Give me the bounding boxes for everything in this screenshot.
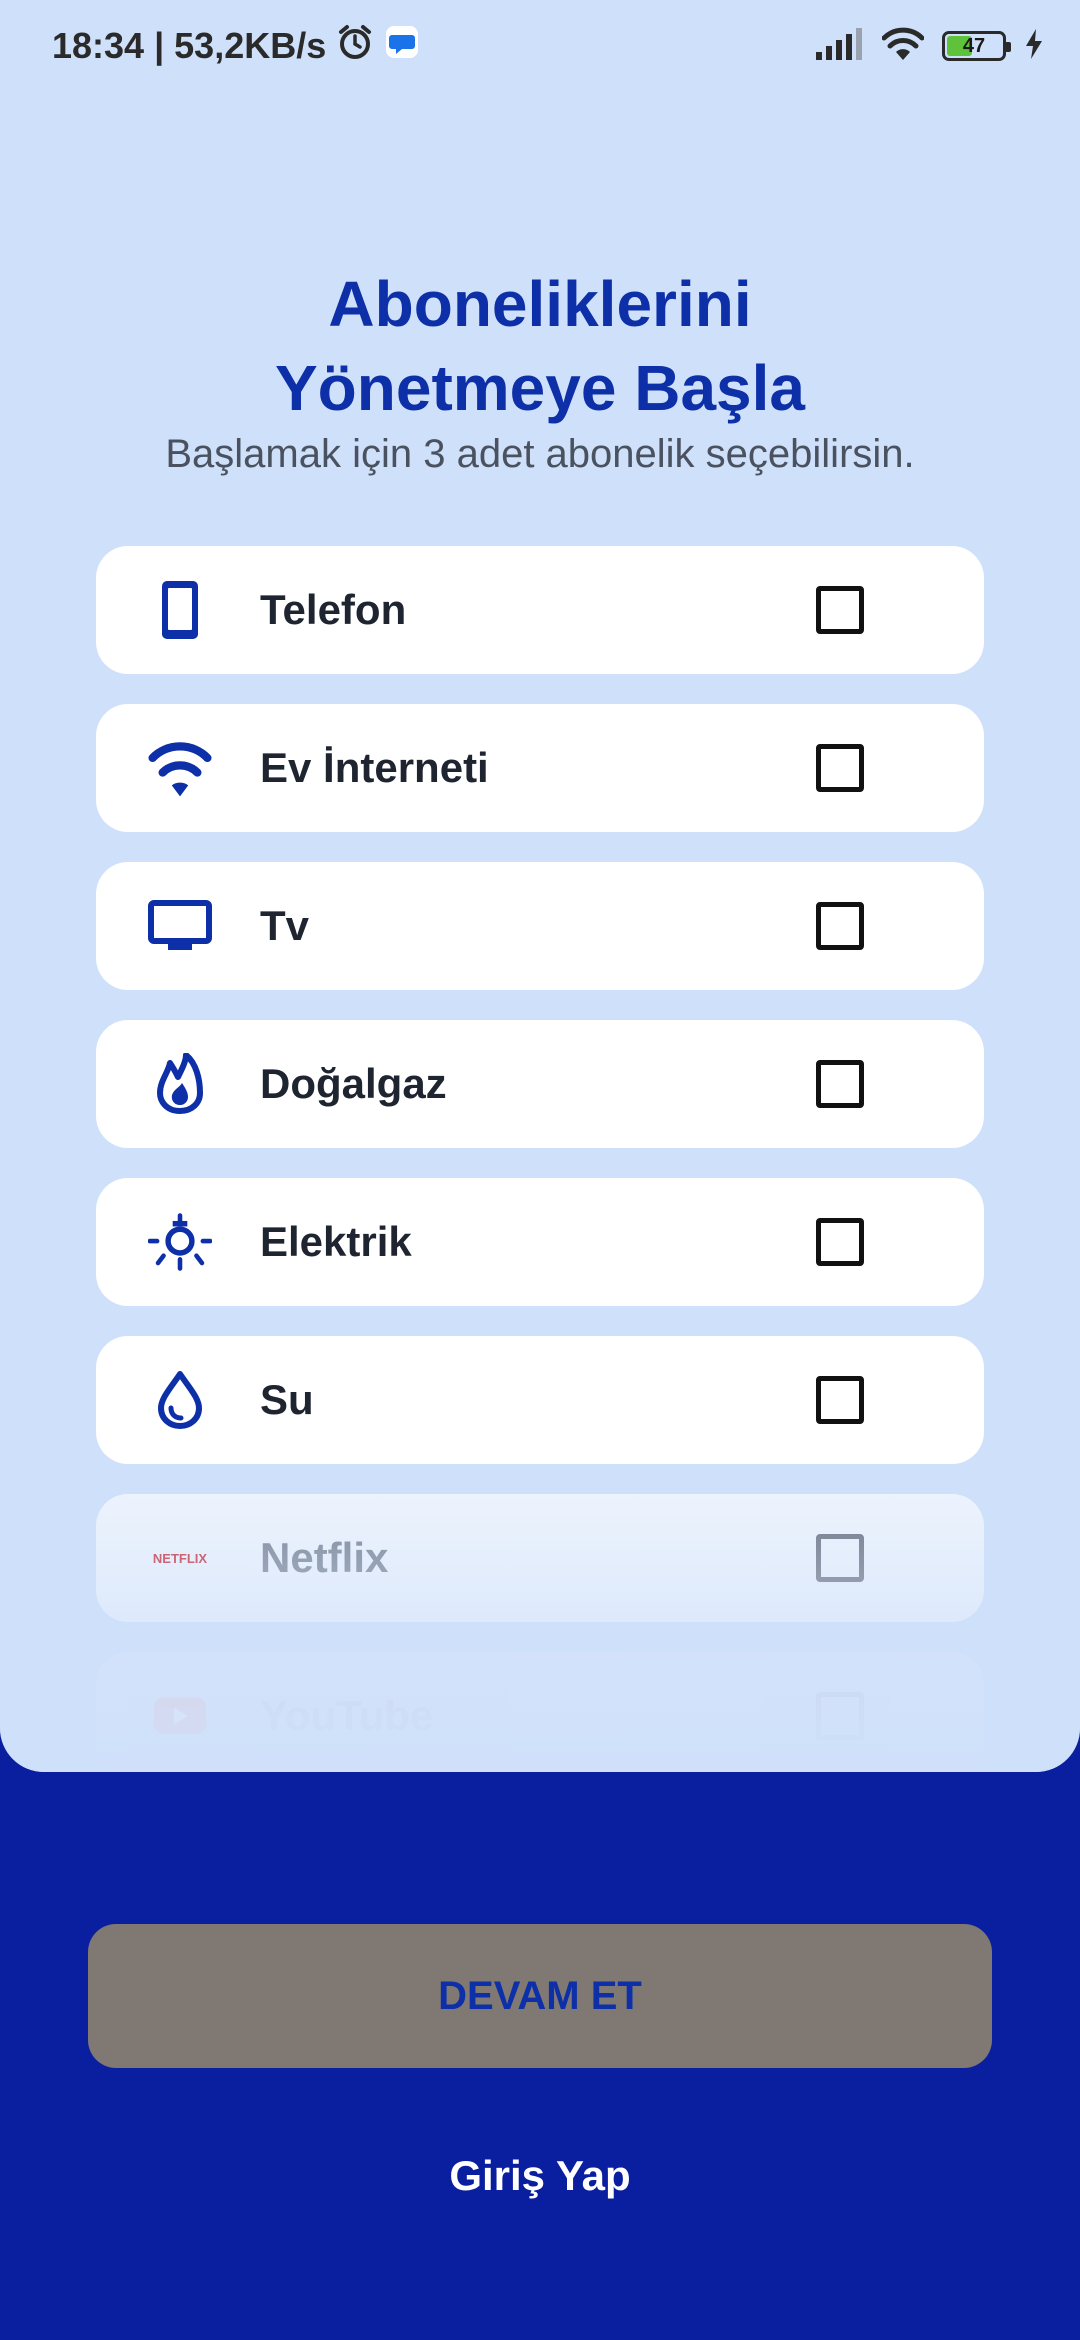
status-bar: 18:34 | 53,2KB/s 47 — [0, 0, 1080, 92]
water-drop-icon — [148, 1370, 212, 1430]
continue-button[interactable]: DEVAM ET — [88, 1924, 992, 2068]
subscription-label: Telefon — [260, 586, 407, 633]
subscription-label: Netflix — [260, 1534, 389, 1581]
subscription-item-netflix[interactable]: NETFLIX Netflix — [96, 1494, 984, 1622]
svg-text:NETFLIX: NETFLIX — [153, 1551, 207, 1566]
page-subtitle: Başlamak için 3 adet abonelik seçebilirs… — [165, 432, 915, 476]
wifi-status-icon — [881, 27, 925, 66]
lightbulb-icon — [148, 1212, 212, 1272]
subscription-label: YouTube — [260, 1692, 434, 1739]
status-right: 47 — [814, 24, 1044, 68]
login-link[interactable]: Giriş Yap — [0, 2152, 1080, 2200]
battery-tip — [1006, 42, 1011, 52]
signal-icon — [814, 27, 864, 65]
phone-icon — [148, 580, 212, 640]
subscription-checkbox[interactable] — [816, 586, 864, 634]
subscription-item-youtube[interactable]: YouTube — [96, 1652, 984, 1772]
subscription-checkbox[interactable] — [816, 1060, 864, 1108]
tv-icon — [148, 896, 212, 956]
subscription-checkbox[interactable] — [816, 1534, 864, 1582]
title-line-2: Yönetmeye Başla — [274, 352, 806, 424]
subscription-item-telefon[interactable]: Telefon — [96, 546, 984, 674]
subscription-checkbox[interactable] — [816, 902, 864, 950]
subscription-checkbox[interactable] — [816, 1218, 864, 1266]
status-time-speed: 18:34 | 53,2KB/s — [52, 25, 327, 66]
subscription-item-tv[interactable]: Tv — [96, 862, 984, 990]
charging-icon — [1024, 28, 1044, 64]
battery-text: 47 — [962, 34, 986, 57]
subscription-list[interactable]: Telefon Ev İnterneti Tv Doğalgaz Elektri… — [96, 546, 984, 1772]
subscription-item-dogalgaz[interactable]: Doğalgaz — [96, 1020, 984, 1148]
subscription-item-ev-interneti[interactable]: Ev İnterneti — [96, 704, 984, 832]
subscription-item-su[interactable]: Su — [96, 1336, 984, 1464]
subscription-label: Tv — [260, 902, 310, 949]
alarm-icon — [336, 23, 374, 70]
title-line-1: Aboneliklerini — [328, 268, 752, 340]
wifi-icon — [148, 738, 212, 798]
subscription-label: Su — [260, 1376, 314, 1423]
top-panel: 18:34 | 53,2KB/s 47 Aboneliklerini Yönet… — [0, 0, 1080, 1772]
subscription-item-elektrik[interactable]: Elektrik — [96, 1178, 984, 1306]
page-title: Aboneliklerini Yönetmeye Başla — [0, 262, 1080, 430]
subscription-checkbox[interactable] — [816, 1692, 864, 1740]
messages-app-icon — [384, 24, 420, 69]
subscription-label: Ev İnterneti — [260, 744, 489, 791]
subscription-checkbox[interactable] — [816, 1376, 864, 1424]
netflix-logo: NETFLIX — [148, 1528, 212, 1588]
subscription-label: Elektrik — [260, 1218, 412, 1265]
flame-icon — [148, 1053, 212, 1114]
battery-icon: 47 — [942, 31, 1011, 61]
subscription-checkbox[interactable] — [816, 744, 864, 792]
subscription-label: Doğalgaz — [260, 1060, 447, 1107]
status-left: 18:34 | 53,2KB/s — [52, 24, 420, 68]
youtube-logo — [148, 1686, 212, 1746]
